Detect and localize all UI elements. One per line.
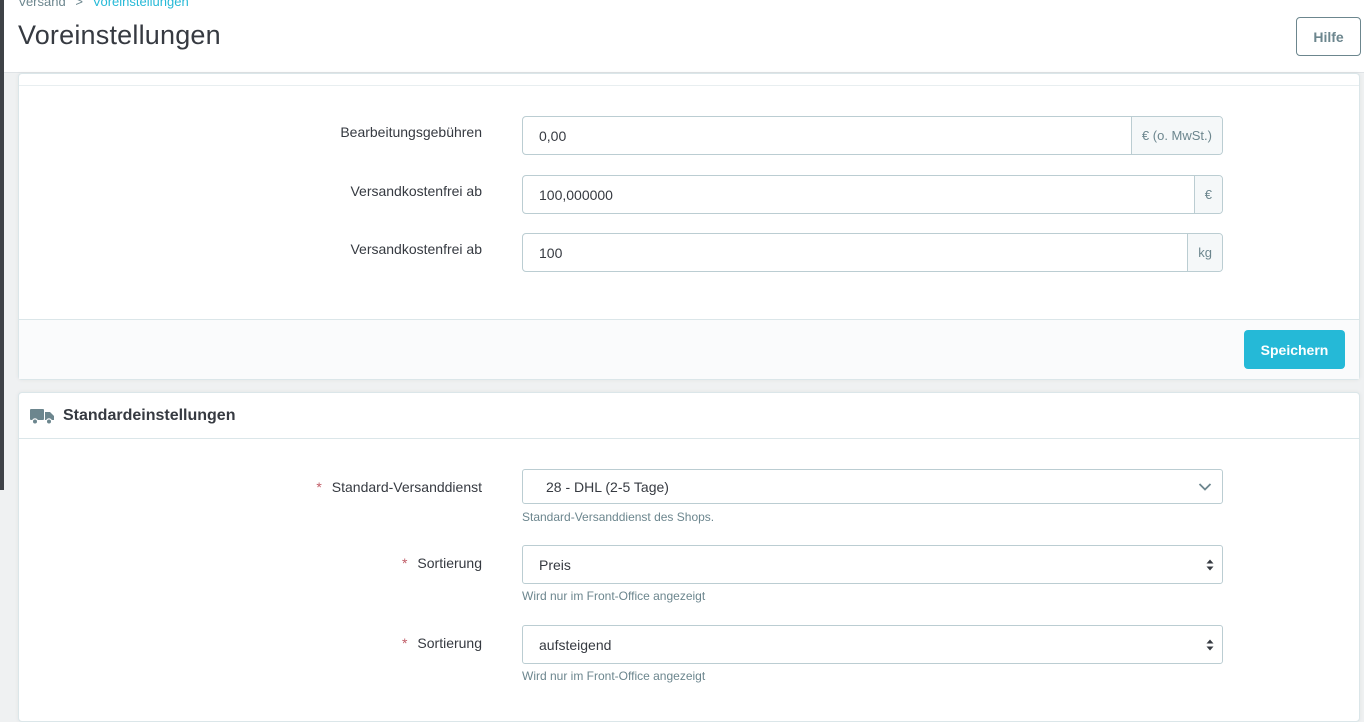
sort-order-select[interactable]: aufsteigend bbox=[522, 625, 1223, 664]
sort-arrows-icon bbox=[1206, 559, 1214, 570]
default-carrier-select[interactable]: 28 - DHL (2-5 Tage) bbox=[522, 469, 1223, 504]
required-mark: * bbox=[401, 635, 408, 651]
breadcrumb-separator: > bbox=[75, 0, 83, 9]
default-settings-panel: Standardeinstellungen * Standard-Versandd… bbox=[18, 392, 1360, 722]
required-mark: * bbox=[401, 555, 408, 571]
handling-fee-input-group: 0,00 € (o. MwSt.) bbox=[522, 116, 1223, 155]
breadcrumb-parent[interactable]: Versand bbox=[18, 0, 66, 9]
free-shipping-price-input[interactable]: 100,000000 bbox=[523, 176, 1194, 213]
shipping-fees-panel: Bearbeitungsgebühren 0,00 € (o. MwSt.) V… bbox=[18, 73, 1360, 380]
free-shipping-weight-unit: kg bbox=[1187, 234, 1222, 271]
free-shipping-price-input-group: 100,000000 € bbox=[522, 175, 1223, 214]
truck-icon bbox=[30, 408, 54, 425]
page-header: Versand > Voreinstellungen Voreinstellun… bbox=[4, 0, 1364, 73]
free-shipping-price-label: Versandkostenfrei ab bbox=[350, 183, 482, 199]
panel-footer: Speichern bbox=[19, 319, 1359, 379]
panel-heading: Standardeinstellungen bbox=[19, 393, 1359, 439]
handling-fee-unit: € (o. MwSt.) bbox=[1130, 117, 1222, 154]
sidebar-edge bbox=[0, 0, 4, 490]
free-shipping-weight-input-group: 100 kg bbox=[522, 233, 1223, 272]
sort-by-value: Preis bbox=[539, 556, 571, 573]
free-shipping-weight-input[interactable]: 100 bbox=[523, 234, 1187, 271]
handling-fee-label: Bearbeitungsgebühren bbox=[340, 124, 482, 140]
breadcrumb-current[interactable]: Voreinstellungen bbox=[93, 0, 189, 9]
default-carrier-value: 28 - DHL (2-5 Tage) bbox=[546, 478, 669, 495]
page-title: Voreinstellungen bbox=[18, 20, 221, 50]
breadcrumb: Versand > Voreinstellungen bbox=[18, 0, 189, 9]
save-button[interactable]: Speichern bbox=[1244, 330, 1345, 369]
default-carrier-label: * Standard-Versanddienst bbox=[316, 479, 482, 495]
default-carrier-help: Standard-Versanddienst des Shops. bbox=[522, 510, 715, 524]
sort-by-select[interactable]: Preis bbox=[522, 545, 1223, 584]
sort-order-help: Wird nur im Front-Office angezeigt bbox=[522, 669, 706, 683]
sort-by-label: * Sortierung bbox=[401, 555, 482, 571]
panel-title: Standardeinstellungen bbox=[63, 406, 236, 424]
sort-arrows-icon bbox=[1206, 639, 1214, 650]
help-button[interactable]: Hilfe bbox=[1296, 17, 1361, 56]
panel-top-strip bbox=[19, 74, 1359, 86]
required-mark: * bbox=[316, 479, 322, 495]
chevron-down-icon bbox=[1198, 482, 1212, 491]
sort-order-label: * Sortierung bbox=[401, 635, 482, 651]
free-shipping-weight-label: Versandkostenfrei ab bbox=[350, 241, 482, 257]
sort-by-help: Wird nur im Front-Office angezeigt bbox=[522, 589, 706, 603]
sort-order-value: aufsteigend bbox=[539, 636, 612, 653]
free-shipping-price-unit: € bbox=[1193, 176, 1222, 213]
handling-fee-input[interactable]: 0,00 bbox=[523, 117, 1131, 154]
